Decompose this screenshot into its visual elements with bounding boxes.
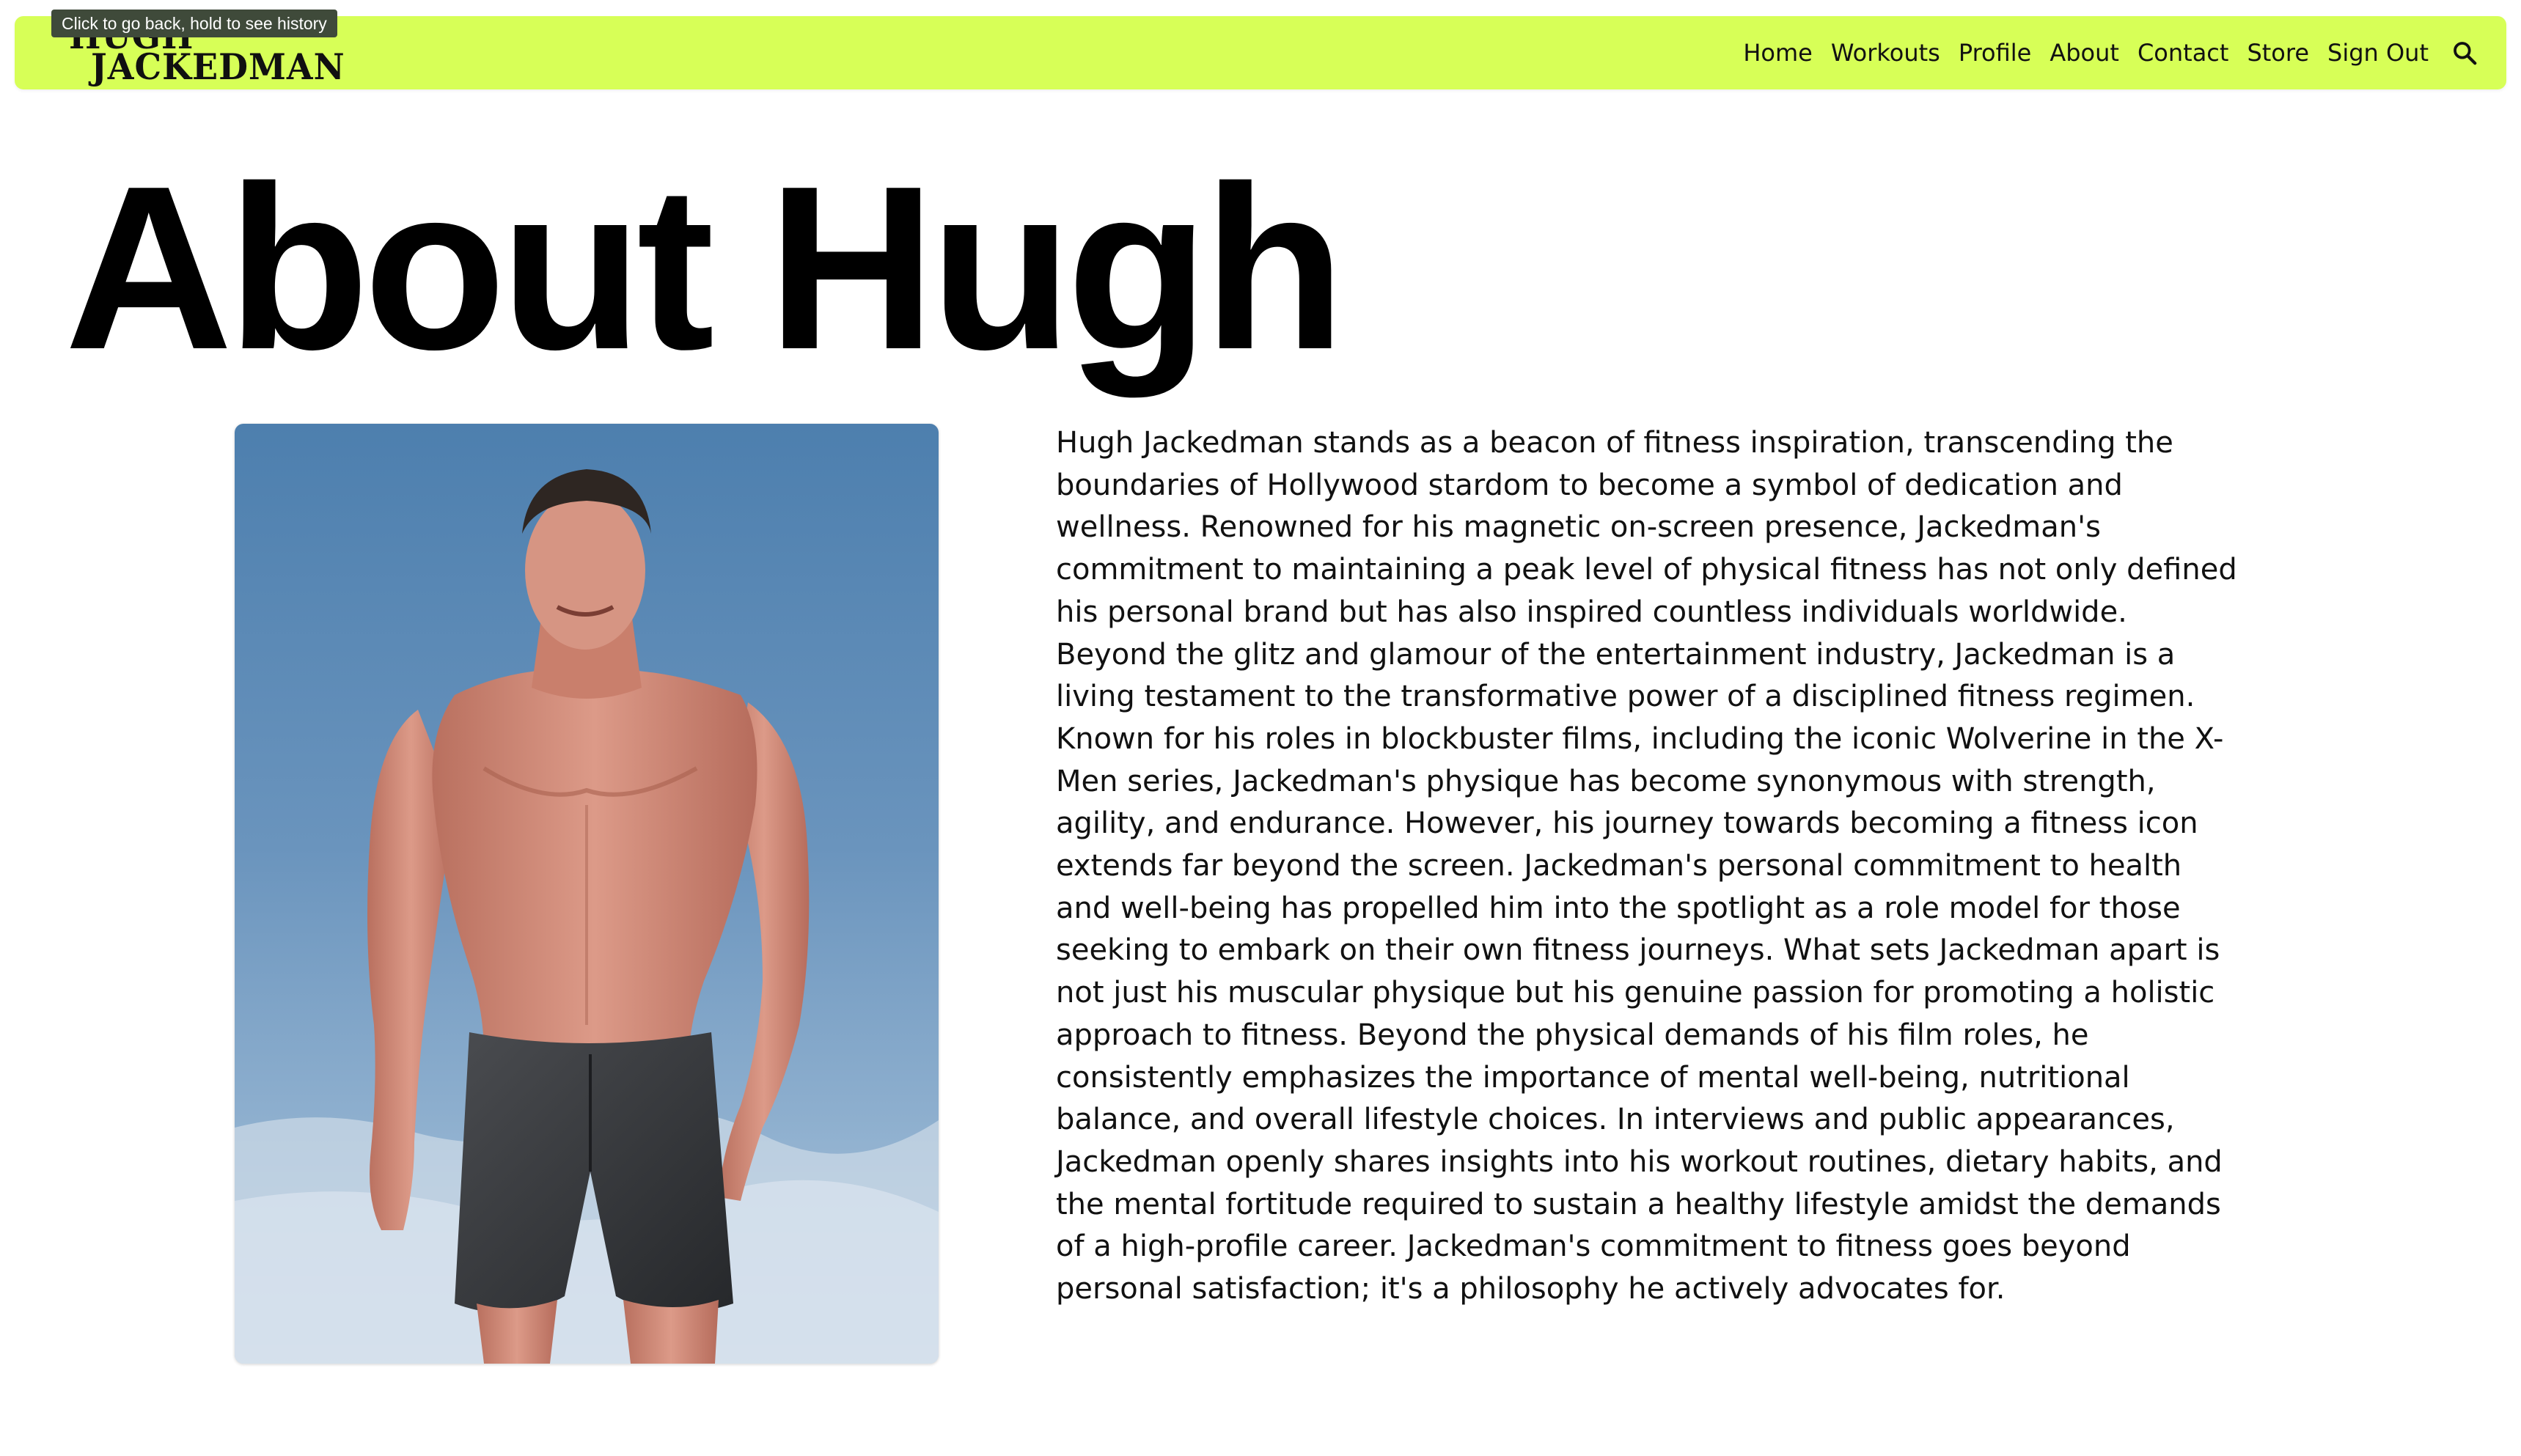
nav-contact[interactable]: Contact xyxy=(2137,39,2229,67)
search-icon xyxy=(2454,42,2477,65)
nav-about[interactable]: About xyxy=(2050,39,2119,67)
nav-workouts[interactable]: Workouts xyxy=(1831,39,1940,67)
portrait-photo xyxy=(235,424,939,1364)
nav-store[interactable]: Store xyxy=(2247,39,2309,67)
navbar: HUGH JACKEDMAN Home Workouts Profile Abo… xyxy=(15,16,2506,89)
nav-profile[interactable]: Profile xyxy=(1959,39,2032,67)
page-title: About Hugh xyxy=(65,138,1346,398)
nav-sign-out[interactable]: Sign Out xyxy=(2327,39,2429,67)
main-nav: Home Workouts Profile About Contact Stor… xyxy=(1743,16,2481,89)
about-bio-text: Hugh Jackedman stands as a beacon of fit… xyxy=(1056,426,2237,1306)
logo-line-jackedman: JACKEDMAN xyxy=(91,45,345,88)
page: HUGH JACKEDMAN Home Workouts Profile Abo… xyxy=(0,0,2521,1456)
beach-portrait-illustration xyxy=(235,424,939,1364)
back-button-tooltip: Click to go back, hold to see history xyxy=(51,10,337,37)
nav-home[interactable]: Home xyxy=(1743,39,1813,67)
search-button[interactable] xyxy=(2448,36,2481,70)
